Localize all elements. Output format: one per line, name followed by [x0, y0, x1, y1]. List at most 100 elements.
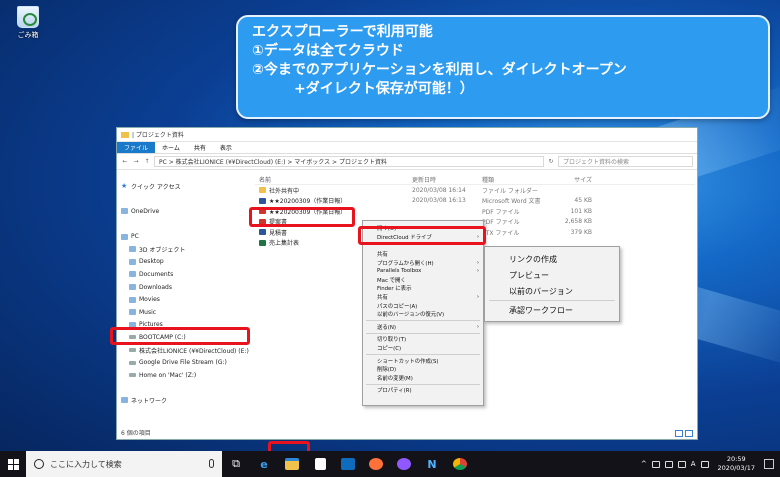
file-size: 45 KB: [574, 197, 592, 205]
menu-item-label: 共有: [377, 252, 388, 259]
sidebar-item[interactable]: Movies: [121, 293, 253, 306]
sidebar-item[interactable]: Downloads: [121, 281, 253, 294]
windows-logo-icon: [7, 458, 19, 470]
store-icon[interactable]: [306, 451, 334, 477]
context-menu-item[interactable]: プロパティ(R): [363, 386, 483, 395]
menu-separator: [366, 320, 480, 322]
chevron-right-icon: ›: [476, 294, 479, 301]
back-arrow-icon[interactable]: ←: [121, 158, 129, 165]
edge-icon[interactable]: e: [250, 451, 278, 477]
file-row[interactable]: 社外共有中 2020/03/08 16:14 ファイル フォルダー: [255, 185, 695, 196]
sidebar-item[interactable]: OneDrive: [121, 205, 253, 218]
file-icon: [259, 229, 266, 236]
file-type: RTX ファイル: [482, 229, 520, 237]
sidebar-item-label: Desktop: [139, 258, 164, 266]
submenu-item[interactable]: 以前のバージョン: [485, 283, 619, 299]
sidebar-item[interactable]: Documents: [121, 268, 253, 281]
up-arrow-icon[interactable]: ↑: [143, 158, 151, 165]
tab-share[interactable]: 共有: [187, 142, 213, 153]
submenu-item[interactable]: プレビュー: [485, 267, 619, 283]
start-button[interactable]: [0, 451, 26, 477]
menu-item-label: コピー(C): [377, 346, 402, 353]
context-menu-item[interactable]: Mac で開く: [363, 276, 483, 285]
context-menu-item[interactable]: 共有 ›: [363, 293, 483, 302]
chevron-up-icon[interactable]: ^: [641, 460, 647, 468]
search-input[interactable]: プロジェクト資料の検索: [558, 156, 693, 167]
file-icon: [259, 239, 266, 246]
context-menu-item[interactable]: 名前の変更(M): [363, 374, 483, 383]
chrome-icon[interactable]: [446, 451, 474, 477]
menu-separator: [489, 300, 615, 301]
sidebar-item[interactable]: PC: [121, 230, 253, 243]
file-size: 101 KB: [570, 207, 592, 215]
refresh-icon[interactable]: ↻: [547, 158, 555, 165]
address-bar[interactable]: PC > 株式会社LIONICE (¥¥DirectCloud) (E:) > …: [154, 156, 544, 167]
submenu-item[interactable]: 承認ワークフロー: [485, 302, 619, 318]
sidebar-item[interactable]: Music: [121, 306, 253, 319]
sidebar-item: [121, 382, 253, 395]
file-explorer-icon[interactable]: [278, 451, 306, 477]
microphone-icon[interactable]: [209, 459, 214, 468]
tab-home[interactable]: ホーム: [155, 142, 187, 153]
firefox-icon[interactable]: [362, 451, 390, 477]
sidebar-item[interactable]: 株式会社LIONICE (¥¥DirectCloud) (E:): [121, 344, 253, 357]
firefox-dev-icon[interactable]: [390, 451, 418, 477]
app-n-icon[interactable]: N: [418, 451, 446, 477]
column-size[interactable]: サイズ: [552, 175, 592, 184]
context-menu-item[interactable]: 共有: [363, 250, 483, 259]
sidebar-item[interactable]: ★ クイック アクセス: [121, 180, 253, 193]
forward-arrow-icon[interactable]: →: [132, 158, 140, 165]
context-menu-item[interactable]: ショートカットの作成(S): [363, 356, 483, 365]
outlook-icon[interactable]: [334, 451, 362, 477]
context-menu-item[interactable]: 切り取り(T): [363, 335, 483, 344]
sidebar-item[interactable]: Google Drive File Stream (G:): [121, 356, 253, 369]
column-headers: 名前 更新日時 種類 サイズ: [255, 174, 695, 185]
context-menu-item[interactable]: 送る(N) ›: [363, 323, 483, 332]
file-size: 379 KB: [570, 228, 592, 236]
context-menu-item[interactable]: コピー(C): [363, 344, 483, 353]
context-menu-item[interactable]: パスのコピー(A): [363, 301, 483, 310]
tray-app-icon[interactable]: [651, 460, 660, 468]
tab-view[interactable]: 表示: [213, 142, 239, 153]
context-menu-item[interactable]: 削除(D): [363, 365, 483, 374]
notification-icon[interactable]: [764, 459, 774, 469]
sidebar-item[interactable]: Home on 'Mac' (Z:): [121, 369, 253, 382]
recycle-bin-icon: [17, 6, 39, 28]
sidebar-item[interactable]: 3D オブジェクト: [121, 243, 253, 256]
drive-icon: [129, 360, 136, 365]
input-language[interactable]: A: [691, 460, 696, 468]
column-type[interactable]: 種類: [482, 175, 552, 184]
sidebar-item[interactable]: ネットワーク: [121, 394, 253, 407]
keyboard-icon[interactable]: [700, 460, 709, 468]
view-toggle: [675, 430, 693, 437]
menu-separator: [366, 353, 480, 355]
task-view-icon[interactable]: ⧉: [222, 451, 250, 477]
sidebar-item-label: 3D オブジェクト: [139, 246, 186, 254]
column-date[interactable]: 更新日時: [412, 175, 482, 184]
column-name[interactable]: 名前: [255, 175, 412, 184]
context-menu-item[interactable]: 以前のバージョンの復元(V): [363, 310, 483, 319]
sidebar-item-label: OneDrive: [131, 207, 160, 215]
tab-file[interactable]: ファイル: [117, 142, 156, 153]
taskbar-search[interactable]: ここに入力して検索: [26, 451, 222, 477]
battery-icon[interactable]: [664, 460, 673, 468]
file-type: Microsoft Word 文書: [482, 198, 541, 206]
taskbar: ここに入力して検索 ⧉ e N ^ A 20:59 2020/03/17: [0, 451, 780, 477]
details-view-icon[interactable]: [675, 430, 683, 437]
highlight-directcloud-menu: [358, 226, 486, 245]
context-menu-item[interactable]: プログラムから開く(H) ›: [363, 258, 483, 267]
sidebar-item[interactable]: Desktop: [121, 256, 253, 269]
status-bar: 6 個の項目: [121, 430, 151, 437]
recycle-bin[interactable]: ごみ箱: [8, 6, 48, 40]
context-menu-item[interactable]: Parallels Toolbox ›: [363, 267, 483, 276]
submenu-item[interactable]: リンクの作成: [485, 251, 619, 267]
highlight-directcloud-drive: [110, 327, 250, 345]
network-tray-icon[interactable]: [677, 460, 686, 468]
file-name: 売上集計表: [269, 240, 300, 248]
clock[interactable]: 20:59 2020/03/17: [718, 455, 755, 473]
file-row[interactable]: ★★20200309（作業日報） 2020/03/08 16:13 Microsof…: [255, 196, 695, 207]
callout-line: エクスプローラーで利用可能: [252, 24, 433, 40]
context-menu-item[interactable]: Finder に表示: [363, 284, 483, 293]
folder-icon: [129, 296, 136, 303]
tiles-view-icon[interactable]: [685, 430, 693, 437]
